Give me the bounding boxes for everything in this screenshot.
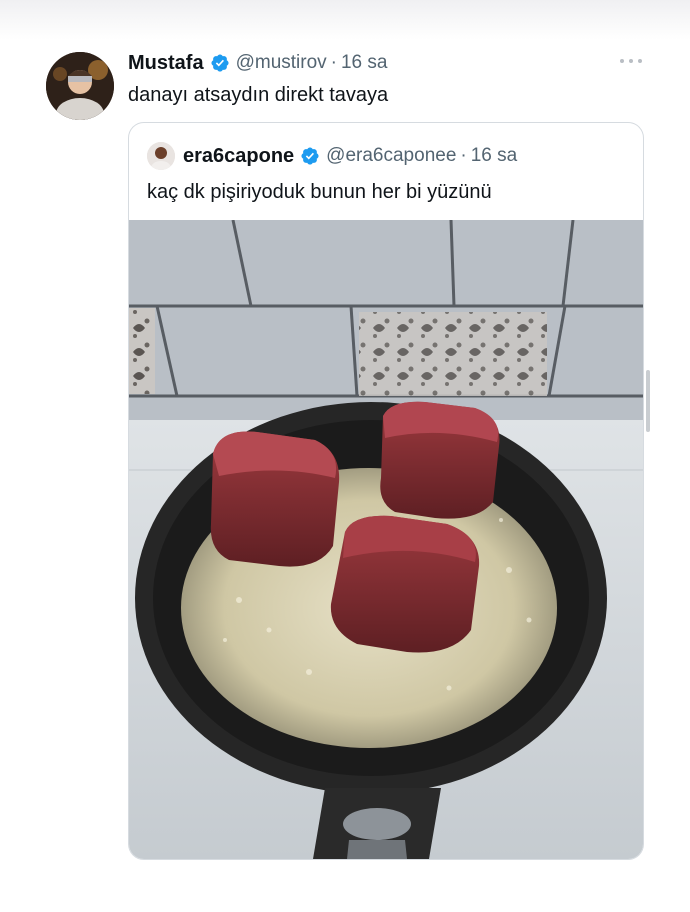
quoted-tweet-photo[interactable]	[129, 220, 643, 859]
author-handle[interactable]: @mustirov	[236, 52, 327, 74]
author-row: Mustafa @mustirov · 16 sa	[128, 50, 387, 76]
quoted-author-avatar[interactable]	[147, 142, 175, 170]
photo-steaks-in-frying-pan-icon	[129, 220, 643, 859]
avatar-image	[46, 52, 114, 120]
separator-dot: ·	[330, 52, 337, 73]
quoted-tweet-timestamp[interactable]: 16 sa	[471, 145, 517, 167]
quoted-tweet-text: kaç dk pişiriyoduk bunun her bi yüzünü	[147, 181, 492, 203]
author-display-name[interactable]: Mustafa	[128, 52, 204, 75]
top-bar	[0, 0, 690, 40]
quoted-tweet-card[interactable]: era6capone @era6caponee · 16 sa kaç dk p…	[128, 122, 644, 860]
verified-badge-icon	[211, 54, 229, 72]
separator-dot: ·	[460, 145, 467, 166]
quoted-author-row: era6capone @era6caponee · 16 sa	[147, 142, 517, 170]
scrollbar[interactable]	[646, 370, 650, 432]
quoted-author-display-name[interactable]: era6capone	[183, 145, 294, 168]
more-options-icon[interactable]	[620, 56, 642, 66]
tweet-text: danayı atsaydın direkt tavaya	[128, 84, 389, 106]
author-avatar[interactable]	[46, 52, 114, 120]
quoted-author-handle[interactable]: @era6caponee	[326, 145, 456, 167]
tweet-timestamp[interactable]: 16 sa	[341, 52, 387, 74]
verified-badge-icon	[301, 147, 319, 165]
avatar-image	[147, 142, 175, 170]
